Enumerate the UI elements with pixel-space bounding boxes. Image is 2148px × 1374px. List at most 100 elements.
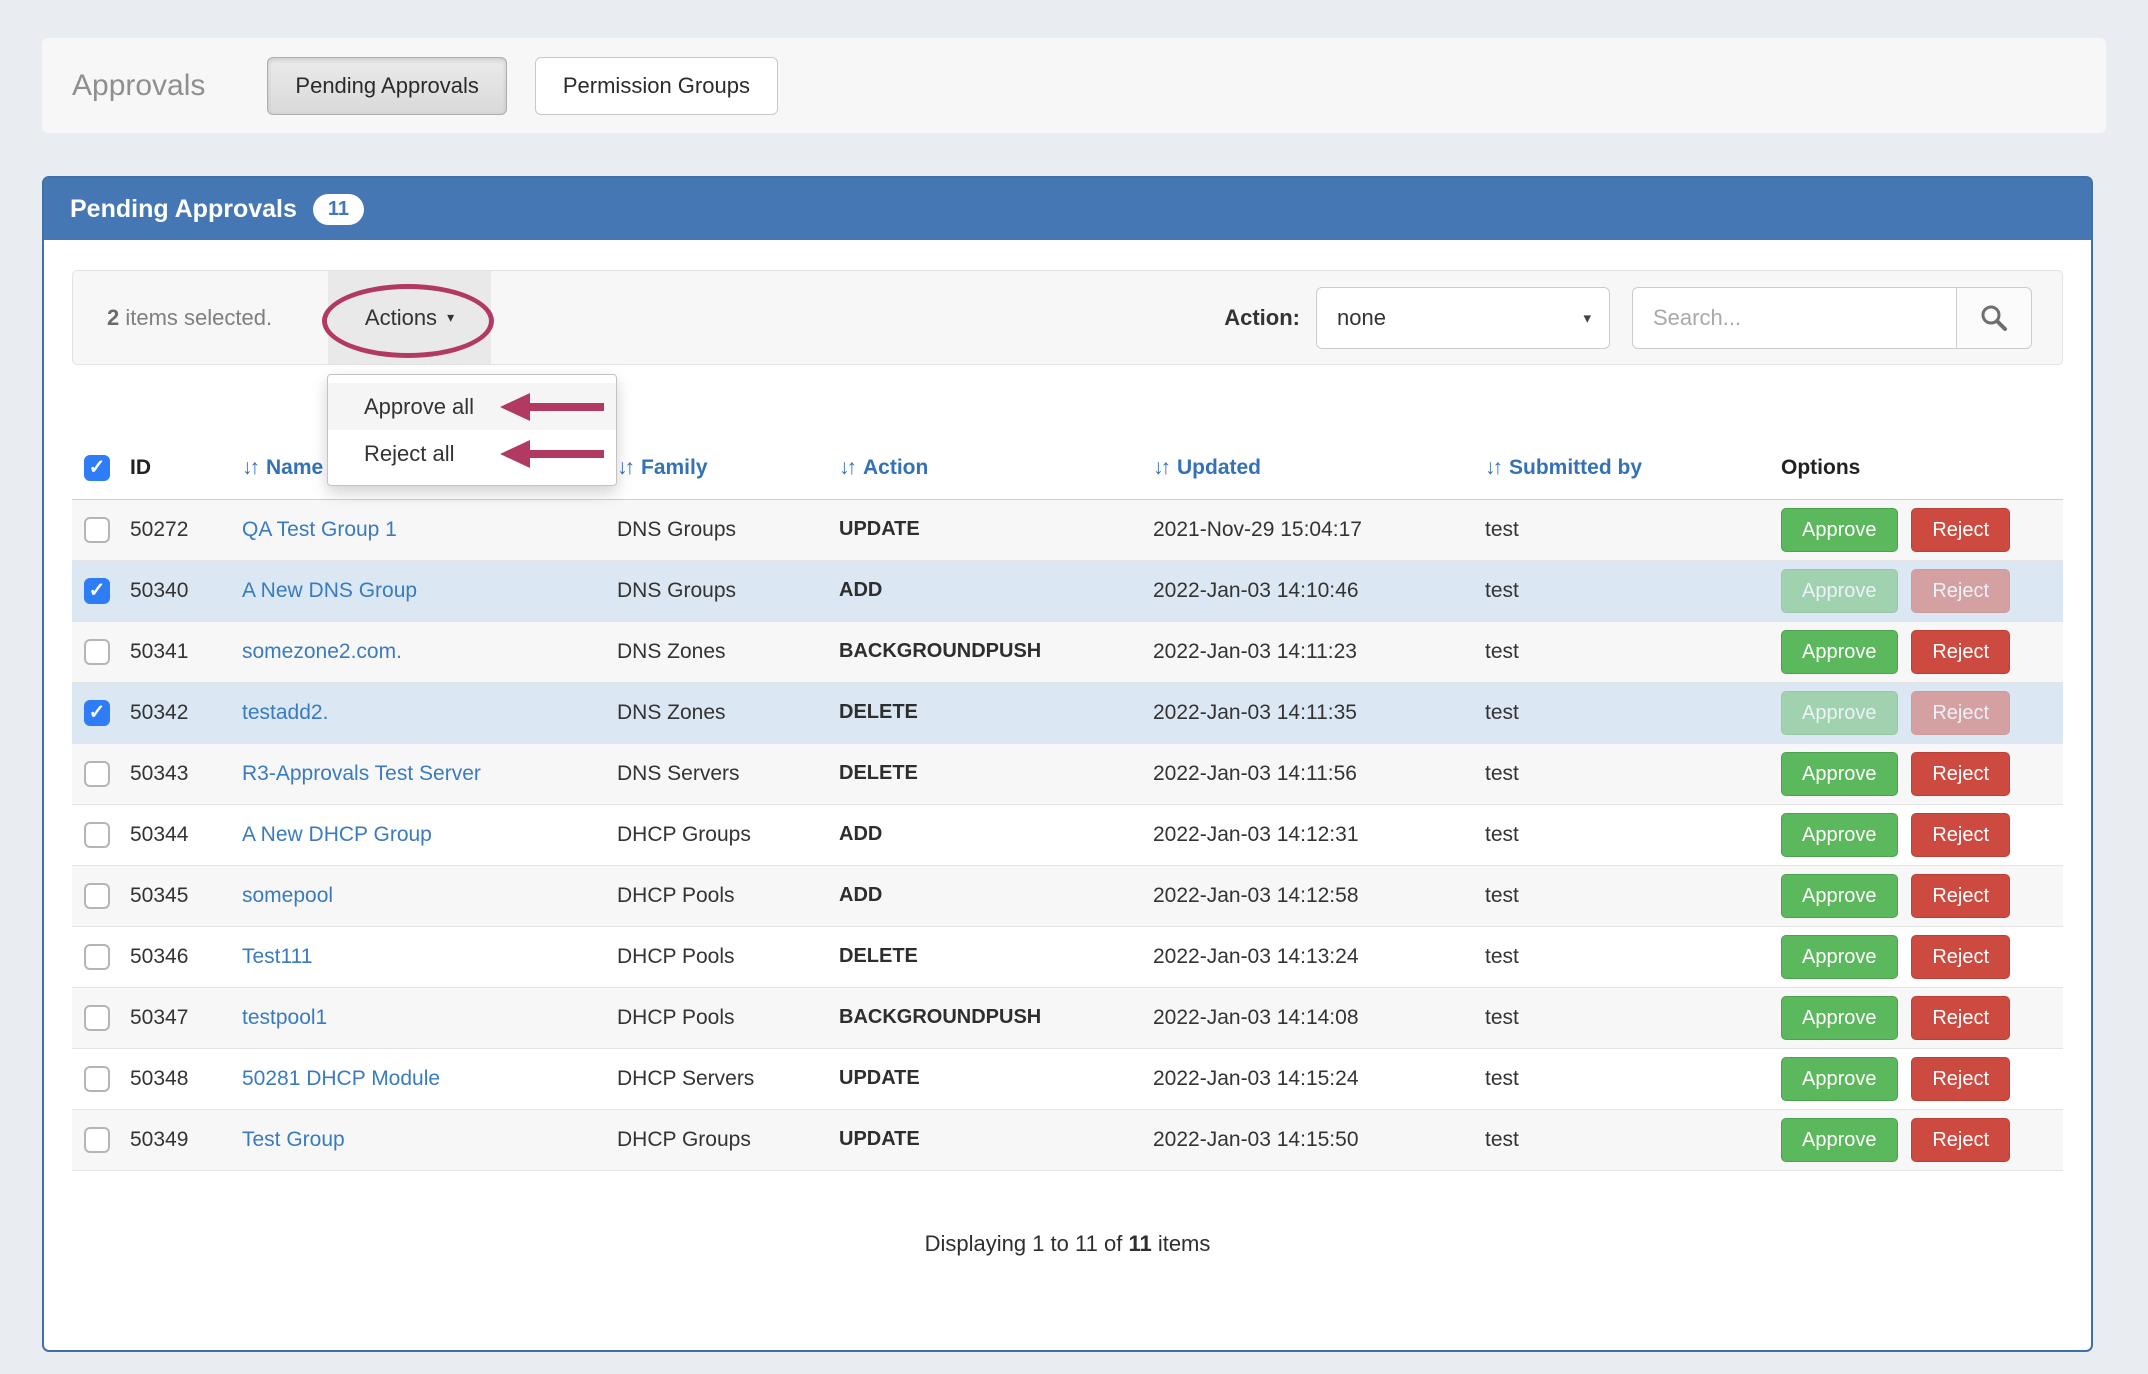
approve-button[interactable]: Approve [1781,630,1898,674]
reject-button[interactable]: Reject [1911,996,2010,1040]
table-row: 50340 A New DNS Group DNS Groups ADD 202… [72,560,2063,621]
approve-button[interactable]: Approve [1781,813,1898,857]
cell-family: DHCP Pools [617,865,839,926]
cell-family: DNS Servers [617,743,839,804]
row-checkbox[interactable] [84,1005,110,1031]
page-title: Approvals [72,69,205,103]
row-checkbox[interactable] [84,639,110,665]
cell-id: 50346 [130,926,242,987]
selected-items-info: 2 items selected. [107,305,272,331]
item-name-link[interactable]: Test111 [242,945,312,968]
actions-dropdown-button[interactable]: Actions ▾ [328,271,491,364]
sort-icon: ↓↑ [242,456,257,479]
reject-button[interactable]: Reject [1911,1057,2010,1101]
row-checkbox[interactable] [84,761,110,787]
reject-button[interactable]: Reject [1911,752,2010,796]
menu-item-reject-all[interactable]: Reject all [328,430,616,477]
approve-button[interactable]: Approve [1781,1057,1898,1101]
sort-icon: ↓↑ [839,456,854,479]
cell-id: 50342 [130,682,242,743]
item-name-link[interactable]: somezone2.com. [242,640,402,663]
row-checkbox[interactable] [84,883,110,909]
approve-button[interactable]: Approve [1781,752,1898,796]
cell-submitted-by: test [1485,743,1781,804]
sort-icon: ↓↑ [617,456,632,479]
table-row: 50344 A New DHCP Group DHCP Groups ADD 2… [72,804,2063,865]
row-checkbox[interactable] [84,1066,110,1092]
sort-icon: ↓↑ [1485,456,1500,479]
reject-button[interactable]: Reject [1911,935,2010,979]
row-checkbox[interactable] [84,578,110,604]
menu-item-approve-all[interactable]: Approve all [328,383,616,430]
tab-pending-approvals[interactable]: Pending Approvals [267,57,506,115]
cell-id: 50341 [130,621,242,682]
item-name-link[interactable]: somepool [242,884,333,907]
column-header-options: Options [1781,437,2063,499]
annotation-arrow-icon [500,440,604,468]
cell-submitted-by: test [1485,1048,1781,1109]
approve-button[interactable]: Approve [1781,996,1898,1040]
tab-permission-groups[interactable]: Permission Groups [535,57,778,115]
cell-id: 50344 [130,804,242,865]
cell-action: ADD [839,560,1153,621]
pending-approvals-table: ID ↓↑Name ↓↑Family ↓↑Action ↓↑Updated ↓↑… [72,437,2063,1171]
column-header-action[interactable]: ↓↑Action [839,437,1153,499]
reject-button[interactable]: Reject [1911,874,2010,918]
row-checkbox[interactable] [84,700,110,726]
approve-button[interactable]: Approve [1781,935,1898,979]
reject-button[interactable]: Reject [1911,691,2010,735]
row-checkbox[interactable] [84,822,110,848]
cell-id: 50349 [130,1109,242,1170]
item-name-link[interactable]: A New DHCP Group [242,823,432,846]
approve-button[interactable]: Approve [1781,874,1898,918]
caret-down-icon: ▾ [447,309,454,326]
item-name-link[interactable]: 50281 DHCP Module [242,1067,440,1090]
row-checkbox[interactable] [84,1127,110,1153]
table-row: 50346 Test111 DHCP Pools DELETE 2022-Jan… [72,926,2063,987]
column-header-family[interactable]: ↓↑Family [617,437,839,499]
action-filter-select[interactable]: none ▾ [1316,287,1610,349]
approve-button[interactable]: Approve [1781,691,1898,735]
annotation-arrow-icon [500,393,604,421]
table-row: 50345 somepool DHCP Pools ADD 2022-Jan-0… [72,865,2063,926]
cell-updated: 2021-Nov-29 15:04:17 [1153,499,1485,560]
search-input[interactable] [1632,287,1956,349]
approve-button[interactable]: Approve [1781,508,1898,552]
search-button[interactable] [1956,287,2032,349]
table-row: 50342 testadd2. DNS Zones DELETE 2022-Ja… [72,682,2063,743]
approve-button[interactable]: Approve [1781,569,1898,613]
cell-submitted-by: test [1485,987,1781,1048]
cell-family: DNS Groups [617,560,839,621]
cell-id: 50345 [130,865,242,926]
cell-submitted-by: test [1485,804,1781,865]
row-checkbox[interactable] [84,944,110,970]
pagination-summary: Displaying 1 to 11 of 11 items [72,1231,2063,1257]
reject-button[interactable]: Reject [1911,569,2010,613]
reject-button[interactable]: Reject [1911,1118,2010,1162]
approve-button[interactable]: Approve [1781,1118,1898,1162]
sort-icon: ↓↑ [1153,456,1168,479]
cell-family: DNS Zones [617,621,839,682]
cell-action: UPDATE [839,499,1153,560]
column-header-updated[interactable]: ↓↑Updated [1153,437,1485,499]
cell-action: BACKGROUNDPUSH [839,621,1153,682]
select-all-checkbox[interactable] [84,455,110,481]
cell-submitted-by: test [1485,621,1781,682]
reject-button[interactable]: Reject [1911,508,2010,552]
cell-action: UPDATE [839,1109,1153,1170]
row-checkbox[interactable] [84,517,110,543]
cell-updated: 2022-Jan-03 14:14:08 [1153,987,1485,1048]
reject-button[interactable]: Reject [1911,813,2010,857]
column-header-submitted-by[interactable]: ↓↑Submitted by [1485,437,1781,499]
cell-submitted-by: test [1485,865,1781,926]
cell-family: DHCP Groups [617,1109,839,1170]
item-name-link[interactable]: testpool1 [242,1006,327,1029]
item-name-link[interactable]: QA Test Group 1 [242,518,397,541]
cell-submitted-by: test [1485,926,1781,987]
item-name-link[interactable]: testadd2. [242,701,328,724]
reject-button[interactable]: Reject [1911,630,2010,674]
item-name-link[interactable]: A New DNS Group [242,579,417,602]
item-name-link[interactable]: Test Group [242,1128,345,1151]
item-name-link[interactable]: R3-Approvals Test Server [242,762,481,785]
table-row: 50341 somezone2.com. DNS Zones BACKGROUN… [72,621,2063,682]
